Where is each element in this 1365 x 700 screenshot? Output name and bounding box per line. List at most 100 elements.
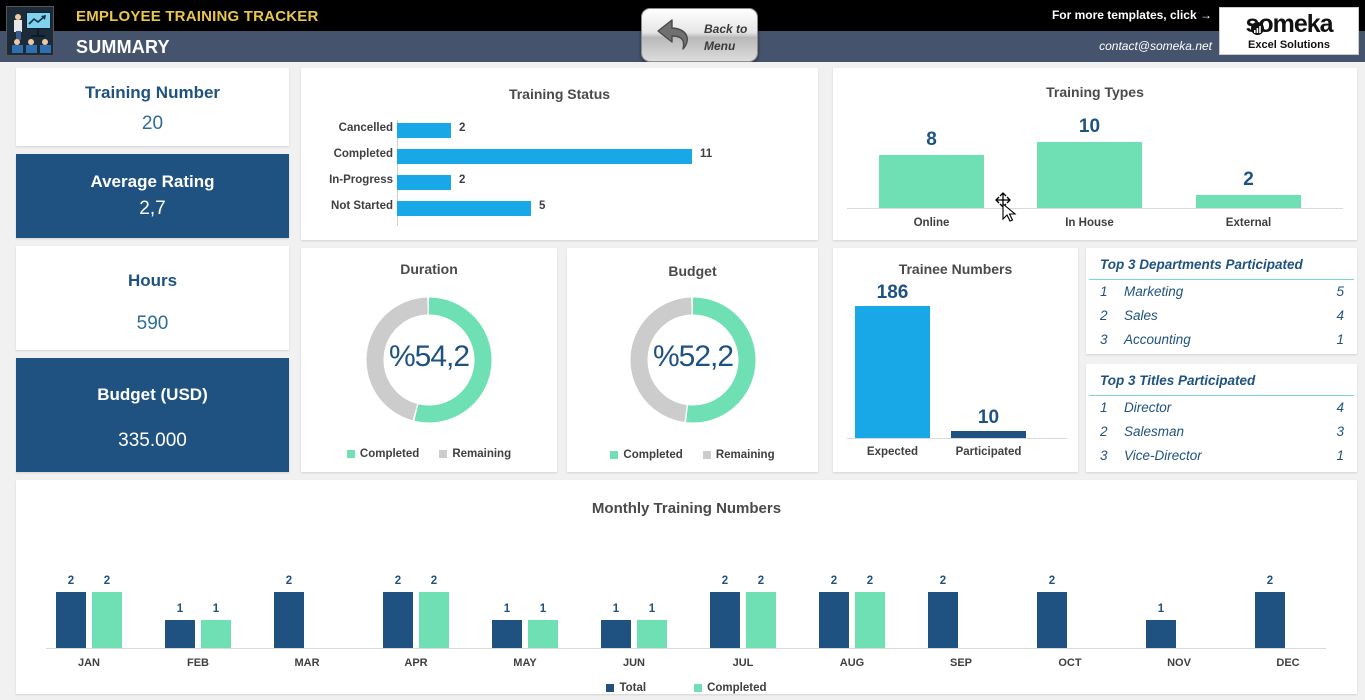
app-title: EMPLOYEE TRAINING TRACKER [76,8,319,25]
panel-top3-titles: Top 3 Titles Participated 1 Director 4 2… [1086,364,1357,472]
panel-heading: Top 3 Titles Participated [1100,373,1256,388]
label: Marketing [1124,284,1184,299]
kpi-card-training-number: Training Number 20 [16,68,289,146]
monthly-bars: 2 2 JAN 1 1 FEB 2 MAR 2 2 APR 1 1 MAY 1 1 JUN 2 2 JUL 2 2 AUG 2… [16,526,1357,694]
trainee-numbers-bars: 186 Expected 10 Participated [833,274,1078,470]
bar-category-label: In-Progress [329,174,393,186]
contact-email[interactable]: contact@someka.net [1099,39,1212,53]
bar-category-label: OCT [1058,657,1082,669]
bar [637,620,667,648]
kpi-value: 20 [141,113,164,134]
bar-value-label: 1 [503,603,511,615]
bar-value-label: 8 [926,129,937,150]
bar-value-label: 2 [721,575,729,587]
value: 3 [1336,424,1344,439]
list-item: 1 Director 4 [1086,400,1357,424]
bar-value-label: 2 [67,575,75,587]
bar [710,592,740,648]
more-templates-link[interactable]: For more templates, click → [1052,8,1212,22]
bar [383,592,413,648]
bar-value-label: 186 [876,282,909,303]
duration-percent: %54,2 [388,340,470,373]
someka-logo[interactable]: someka Excel Solutions [1219,7,1359,55]
kpi-card-average-rating: Average Rating 2,7 [16,154,289,238]
bar-category-label: NOV [1167,657,1191,669]
list-item: 2 Sales 4 [1086,308,1357,332]
label: Salesman [1124,424,1185,439]
bar-category-label: Participated [955,446,1022,458]
chart-title: Training Types [1046,84,1144,100]
bar-row: Completed 11 [301,146,818,166]
legend-label: Remaining [452,448,512,460]
back-to-menu-button[interactable]: Back to Menu [641,8,758,62]
budget-legend: Completed Remaining [567,449,818,461]
bar-value-label: 2 [1243,169,1254,190]
bar-category-label: In House [1065,217,1114,229]
divider [1089,395,1354,396]
bar-category-label: Cancelled [338,122,393,134]
bar-value-label: 1 [212,603,220,615]
bar [397,175,451,190]
kpi-title: Average Rating [90,172,215,191]
bar-category-label: JAN [77,657,100,669]
bar-category-label: Not Started [331,200,393,212]
list-item: 2 Salesman 3 [1086,424,1357,448]
chart-title: Training Status [508,86,611,102]
bar [855,592,885,648]
kpi-value: 590 [136,313,169,334]
bar [92,592,122,648]
legend-item-remaining: Remaining [702,449,775,461]
chart-card-budget: Budget %52,2 Completed Remaining [567,248,818,472]
bar-value-label: 1 [612,603,620,615]
page-title: SUMMARY [76,37,170,57]
back-button-label-line2: Menu [704,39,736,53]
bar-value-label: 1 [176,603,184,615]
kpi-title: Budget (USD) [97,385,208,404]
value: 4 [1336,400,1344,415]
monthly-legend: Total Completed [16,682,1357,694]
bar-value-label: 1 [648,603,656,615]
label: Sales [1124,308,1158,323]
bar [397,149,692,164]
rank: 2 [1100,308,1108,323]
value: 4 [1336,308,1344,323]
duration-legend: Completed Remaining [301,448,557,460]
chart-card-monthly-training-numbers: Monthly Training Numbers 2 2 JAN 1 1 FEB 2 MAR 2… [16,480,1357,694]
kpi-title: Hours [127,271,178,290]
kpi-value: 335.000 [118,430,187,451]
legend-swatch-remaining [702,451,711,459]
chart-card-training-types: Training Types 8 Online 10 In House 2 Externa… [833,68,1357,240]
bar-value-label: 2 [1048,575,1056,587]
bar-value-label: 2 [939,575,947,587]
chart-axis [847,208,1343,209]
bar-value-label: 2 [830,575,838,587]
budget-percent: %52,2 [652,340,734,373]
legend-label: Completed [359,448,420,460]
value: 5 [1336,284,1344,299]
bar-category-label: DEC [1276,657,1300,669]
bar [879,155,984,208]
legend-swatch-completed [346,450,355,458]
label: Director [1124,400,1172,415]
chart-title: Budget [668,263,717,279]
legend-item-completed: Completed [346,448,420,460]
bar-value-label: 2 [1266,575,1274,587]
bar-category-label: Expected [866,446,919,458]
rank: 1 [1100,400,1108,415]
duration-donut: %54,2 [357,288,501,432]
kpi-card-hours: Hours 590 [16,246,289,350]
legend-item-completed: Completed [610,449,683,461]
chart-card-trainee-numbers: Trainee Numbers 186 Expected 10 Participate… [833,248,1078,472]
bar-value-label: 1 [539,603,547,615]
kpi-card-budget: Budget (USD) 335.000 [16,358,289,472]
legend-label: Remaining [715,449,775,461]
list-item: 3 Vice-Director 1 [1086,448,1357,472]
legend-label: Completed [707,682,767,694]
legend-item-remaining: Remaining [439,448,511,460]
chart-axis [847,438,1067,439]
chart-card-duration: Duration %54,2 Completed Remaining [301,248,557,472]
bar-category-label: SEP [949,657,972,669]
dashboard-body: Training Number 20 Average Rating 2,7 Ho… [0,62,1365,700]
bar [928,592,958,648]
value: 1 [1336,332,1344,347]
